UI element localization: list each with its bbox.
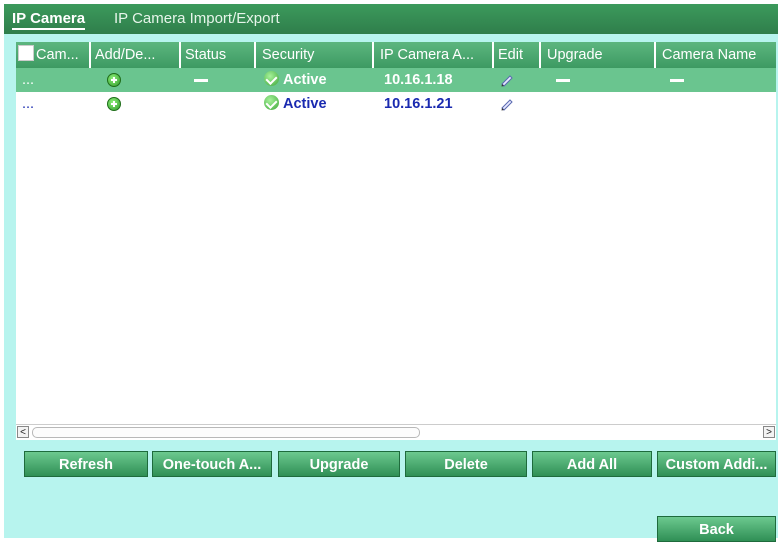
delete-button[interactable]: Delete: [405, 451, 527, 477]
add-icon[interactable]: [107, 73, 121, 87]
column-header-status[interactable]: Status: [181, 42, 256, 68]
status-dash: [194, 79, 208, 82]
security-status: Active: [283, 72, 327, 88]
content-panel: Cam... Add/De... Status Security IP Came…: [4, 34, 778, 542]
scroll-right-arrow[interactable]: >: [763, 426, 775, 438]
column-label: Cam...: [36, 47, 79, 63]
tab-ip-camera-label: IP Camera: [12, 10, 86, 30]
ip-address-cell: 10.16.1.18: [384, 72, 453, 88]
scroll-left-arrow[interactable]: <: [17, 426, 29, 438]
ip-address-cell: 10.16.1.21: [384, 96, 453, 112]
column-header-camera-name[interactable]: Camera Name: [656, 42, 776, 68]
table-header: Cam... Add/De... Status Security IP Came…: [16, 42, 776, 68]
column-header-ip-address[interactable]: IP Camera A...: [374, 42, 494, 68]
upgrade-dash: [556, 79, 570, 82]
column-header-upgrade[interactable]: Upgrade: [541, 42, 656, 68]
scroll-thumb[interactable]: [32, 427, 420, 438]
camera-cell: ...: [22, 96, 35, 112]
ip-camera-window: IP Camera IP Camera Import/Export Cam...…: [0, 0, 782, 542]
edit-icon[interactable]: [500, 73, 514, 87]
column-header-edit[interactable]: Edit: [494, 42, 541, 68]
add-icon[interactable]: [107, 97, 121, 111]
check-icon: [264, 95, 279, 110]
security-cell: Active: [264, 92, 327, 116]
column-header-add-delete[interactable]: Add/De...: [91, 42, 181, 68]
one-touch-adding-button[interactable]: One-touch A...: [152, 451, 272, 477]
security-status: Active: [283, 96, 327, 112]
tab-ip-camera[interactable]: IP Camera: [12, 4, 86, 34]
table-row[interactable]: ... Active 10.16.1.18: [16, 68, 776, 92]
check-icon: [264, 71, 279, 86]
camera-name-dash: [670, 79, 684, 82]
tab-ip-camera-import-export[interactable]: IP Camera Import/Export: [114, 4, 280, 34]
edit-icon[interactable]: [500, 97, 514, 111]
add-all-button[interactable]: Add All: [532, 451, 652, 477]
refresh-button[interactable]: Refresh: [24, 451, 148, 477]
camera-cell: ...: [22, 72, 35, 88]
camera-table: Cam... Add/De... Status Security IP Came…: [16, 42, 776, 440]
select-all-checkbox[interactable]: [18, 45, 34, 61]
upgrade-button[interactable]: Upgrade: [278, 451, 400, 477]
custom-adding-button[interactable]: Custom Addi...: [657, 451, 776, 477]
tab-bar: IP Camera IP Camera Import/Export: [4, 4, 778, 34]
column-header-security[interactable]: Security: [256, 42, 374, 68]
back-button[interactable]: Back: [657, 516, 776, 542]
horizontal-scrollbar[interactable]: < >: [16, 424, 776, 439]
security-cell: Active: [264, 68, 327, 92]
column-header-camera[interactable]: Cam...: [16, 42, 91, 68]
table-row[interactable]: ... Active 10.16.1.21: [16, 92, 776, 116]
